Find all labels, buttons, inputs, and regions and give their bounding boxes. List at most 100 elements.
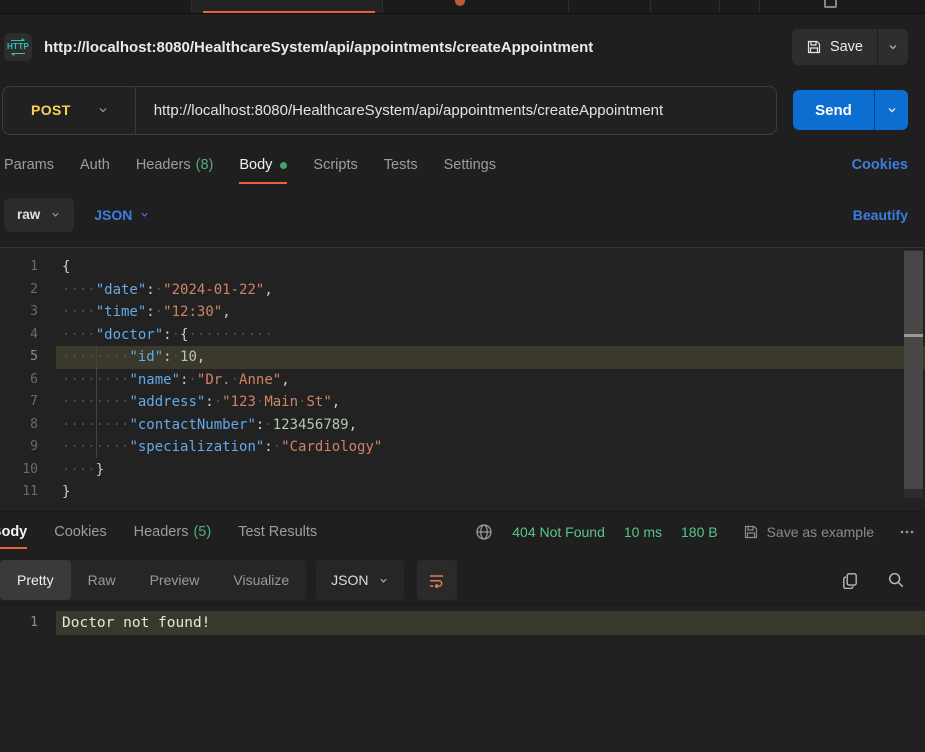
body-language-select[interactable]: JSON bbox=[94, 207, 150, 223]
tab-tests[interactable]: Tests bbox=[384, 140, 418, 190]
code-line[interactable]: 2····"date":·"2024-01-22", bbox=[0, 279, 925, 302]
line-number: 3 bbox=[0, 301, 56, 324]
response-tab-body[interactable]: Body bbox=[0, 512, 27, 551]
network-globe-icon[interactable] bbox=[475, 523, 493, 541]
line-number: 9 bbox=[0, 436, 56, 459]
response-headers-count: (5) bbox=[193, 524, 211, 540]
request-body-editor[interactable]: 1{2····"date":·"2024-01-22",3····"time":… bbox=[0, 247, 925, 511]
cookies-link[interactable]: Cookies bbox=[852, 157, 908, 173]
editor-scrollbar-thumb[interactable] bbox=[904, 251, 923, 489]
response-size[interactable]: 180 B bbox=[681, 524, 718, 540]
more-options-icon[interactable] bbox=[899, 524, 915, 540]
line-number: 8 bbox=[0, 414, 56, 437]
status-badge[interactable]: 404 Not Found bbox=[512, 524, 605, 540]
wrap-lines-toggle[interactable] bbox=[417, 560, 457, 600]
line-number: 10 bbox=[0, 459, 56, 482]
request-title: http://localhost:8080/HealthcareSystem/a… bbox=[44, 39, 593, 56]
copy-icon[interactable] bbox=[841, 571, 859, 589]
method-selector[interactable]: POST bbox=[3, 87, 135, 134]
chevron-down-icon bbox=[887, 41, 899, 53]
save-button[interactable]: Save bbox=[792, 29, 877, 65]
tab-auth[interactable]: Auth bbox=[80, 140, 110, 190]
code-text: ········"contactNumber":·123456789, bbox=[56, 414, 925, 437]
view-pretty[interactable]: Pretty bbox=[0, 560, 71, 600]
search-icon[interactable] bbox=[887, 571, 905, 589]
url-box: POST bbox=[2, 86, 777, 135]
view-raw[interactable]: Raw bbox=[71, 560, 133, 600]
send-options-button[interactable] bbox=[875, 90, 908, 130]
line-number: 2 bbox=[0, 279, 56, 302]
body-mode-label: raw bbox=[17, 207, 40, 222]
code-line[interactable]: 6········"name":·"Dr.·Anne", bbox=[0, 369, 925, 392]
tab-settings[interactable]: Settings bbox=[444, 140, 496, 190]
save-button-group: Save bbox=[792, 29, 908, 65]
view-visualize[interactable]: Visualize bbox=[216, 560, 306, 600]
save-options-button[interactable] bbox=[878, 29, 908, 65]
chevron-down-icon bbox=[50, 209, 61, 220]
unsaved-changes-dot-icon bbox=[455, 0, 465, 6]
tab-divider bbox=[650, 0, 651, 13]
code-line[interactable]: 10····} bbox=[0, 459, 925, 482]
chevron-down-icon bbox=[139, 209, 150, 220]
code-line[interactable]: 7········"address":·"123·Main·St", bbox=[0, 391, 925, 414]
line-number: 11 bbox=[0, 481, 56, 504]
line-number: 6 bbox=[0, 369, 56, 392]
send-button[interactable]: Send bbox=[793, 90, 874, 130]
body-has-content-dot-icon bbox=[280, 162, 287, 169]
body-language-label: JSON bbox=[94, 207, 132, 223]
response-language-label: JSON bbox=[331, 572, 368, 588]
tab-params[interactable]: Params bbox=[4, 140, 54, 190]
code-line[interactable]: 4····"doctor":·{·········· bbox=[0, 324, 925, 347]
word-wrap-icon bbox=[427, 571, 446, 590]
body-mode-select[interactable]: raw bbox=[4, 198, 74, 232]
code-line[interactable]: 5········"id":·10, bbox=[0, 346, 925, 369]
workspace-tab-strip bbox=[0, 0, 925, 14]
code-text: ····"doctor":·{·········· bbox=[56, 324, 925, 347]
tab-body[interactable]: Body bbox=[239, 140, 287, 190]
tab-scripts[interactable]: Scripts bbox=[313, 140, 357, 190]
code-line[interactable]: 9········"specialization":·"Cardiology" bbox=[0, 436, 925, 459]
code-text: } bbox=[56, 481, 925, 504]
response-line[interactable]: 1 Doctor not found! bbox=[0, 611, 925, 635]
response-body-viewer[interactable]: 1 Doctor not found! bbox=[0, 604, 925, 752]
response-tab-headers[interactable]: Headers(5) bbox=[134, 512, 212, 551]
response-toolbar-icons bbox=[841, 560, 905, 600]
active-tab-underline bbox=[203, 11, 375, 13]
new-tab-icon[interactable] bbox=[824, 0, 837, 8]
body-mode-toolbar: raw JSON Beautify bbox=[0, 190, 925, 247]
method-label: POST bbox=[31, 102, 71, 118]
request-body-editor-lines: 1{2····"date":·"2024-01-22",3····"time":… bbox=[0, 256, 925, 504]
code-line[interactable]: 11} bbox=[0, 481, 925, 504]
tab-headers[interactable]: Headers(8) bbox=[136, 140, 214, 190]
line-number: 7 bbox=[0, 391, 56, 414]
url-input[interactable] bbox=[136, 102, 776, 119]
code-line[interactable]: 8········"contactNumber":·123456789, bbox=[0, 414, 925, 437]
chevron-down-icon bbox=[378, 575, 389, 586]
tab-divider bbox=[759, 0, 760, 13]
headers-count: (8) bbox=[196, 157, 214, 173]
response-time[interactable]: 10 ms bbox=[624, 524, 662, 540]
response-view-switcher: Pretty Raw Preview Visualize bbox=[0, 560, 306, 600]
chevron-down-icon bbox=[886, 104, 898, 116]
tab-divider bbox=[568, 0, 569, 13]
code-line[interactable]: 3····"time":·"12:30", bbox=[0, 301, 925, 324]
code-text: ····"time":·"12:30", bbox=[56, 301, 925, 324]
response-language-select[interactable]: JSON bbox=[316, 560, 403, 600]
code-text: ········"id":·10, bbox=[56, 346, 925, 369]
save-as-example-button[interactable]: Save as example bbox=[743, 524, 874, 540]
code-text: ····"date":·"2024-01-22", bbox=[56, 279, 925, 302]
response-tab-cookies[interactable]: Cookies bbox=[54, 512, 106, 551]
code-text: ········"name":·"Dr.·Anne", bbox=[56, 369, 925, 392]
app-window: HTTP http://localhost:8080/HealthcareSys… bbox=[0, 0, 925, 752]
arrow-left-icon bbox=[10, 52, 26, 56]
floppy-save-icon bbox=[743, 524, 759, 540]
response-tab-test-results[interactable]: Test Results bbox=[238, 512, 317, 551]
response-meta: 404 Not Found 10 ms 180 B Save as exampl… bbox=[475, 512, 915, 551]
view-preview[interactable]: Preview bbox=[133, 560, 217, 600]
code-text: ········"specialization":·"Cardiology" bbox=[56, 436, 925, 459]
line-number: 1 bbox=[0, 611, 56, 635]
http-request-icon: HTTP bbox=[4, 33, 32, 61]
beautify-link[interactable]: Beautify bbox=[853, 207, 908, 223]
response-nav: Body Cookies Headers(5) Test Results 404… bbox=[0, 511, 925, 551]
code-line[interactable]: 1{ bbox=[0, 256, 925, 279]
